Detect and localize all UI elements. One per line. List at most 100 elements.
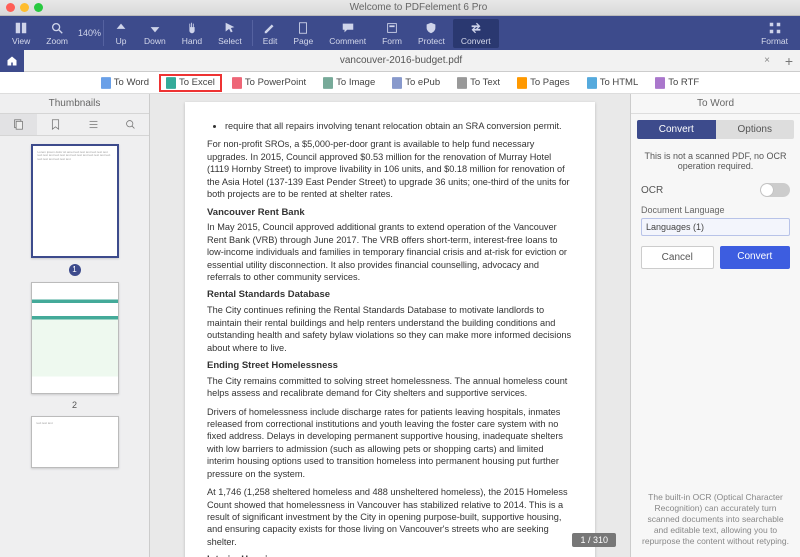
main-toolbar: View Zoom 140% Up Down Hand Select Edit …: [0, 16, 800, 50]
down-button[interactable]: Down: [136, 19, 174, 48]
doc-icon: [655, 77, 665, 89]
doc-icon: [166, 77, 176, 89]
format-button[interactable]: Format: [753, 19, 796, 48]
sidebar-footer-note: The built-in OCR (Optical Character Reco…: [631, 484, 800, 557]
to-epub-button[interactable]: To ePub: [385, 74, 447, 92]
maximize-window-button[interactable]: [34, 3, 43, 12]
to-word-button[interactable]: To Word: [94, 74, 156, 92]
arrow-down-icon: [148, 21, 162, 35]
thumbnails-list[interactable]: Lorem ipsum dolor sit amet text text tex…: [0, 136, 149, 557]
thumbnails-tab-bookmarks[interactable]: [37, 114, 74, 135]
traffic-lights: [6, 3, 43, 12]
comment-button[interactable]: Comment: [321, 19, 374, 48]
doc-heading: Ending Street Homelessness: [207, 360, 573, 373]
sidebar-tabs: Convert Options: [637, 120, 794, 139]
thumbnails-tab-search[interactable]: [112, 114, 149, 135]
doc-paragraph: The City remains committed to solving st…: [207, 375, 573, 400]
convert-format-bar: To Word To Excel To PowerPoint To Image …: [0, 72, 800, 94]
doc-icon: [392, 77, 402, 89]
convert-icon: [469, 21, 483, 35]
to-pages-button[interactable]: To Pages: [510, 74, 577, 92]
home-button[interactable]: [0, 50, 24, 72]
shield-icon: [424, 21, 438, 35]
doc-icon: [101, 77, 111, 89]
ocr-toggle[interactable]: [760, 183, 790, 197]
arrow-up-icon: [114, 21, 128, 35]
language-select[interactable]: Languages (1): [641, 218, 790, 236]
select-button[interactable]: Select: [210, 19, 250, 48]
doc-icon: [587, 77, 597, 89]
thumbnail-page-2-number: 2: [72, 400, 77, 410]
up-button[interactable]: Up: [106, 19, 136, 48]
to-text-button[interactable]: To Text: [450, 74, 507, 92]
window-title: Welcome to PDFelement 6 Pro: [43, 2, 794, 13]
doc-bullet: require that all repairs involving tenan…: [225, 120, 573, 132]
view-icon: [14, 21, 28, 35]
edit-button[interactable]: Edit: [255, 19, 286, 48]
sidebar-body: This is not a scanned PDF, no OCR operat…: [631, 145, 800, 484]
sidebar-title: To Word: [631, 94, 800, 114]
close-tab-button[interactable]: ×: [764, 55, 770, 66]
zoom-value[interactable]: 140%: [78, 28, 101, 38]
minimize-window-button[interactable]: [20, 3, 29, 12]
thumbnails-panel: Thumbnails Lorem ipsum dolor sit amet te…: [0, 94, 150, 557]
list-icon: [88, 119, 99, 130]
document-tab[interactable]: vancouver-2016-budget.pdf ×: [24, 55, 778, 66]
thumbnail-page-1[interactable]: Lorem ipsum dolor sit amet text text tex…: [31, 144, 119, 258]
thumbnail-page-1-number: 1: [69, 264, 81, 276]
page-button[interactable]: Page: [285, 19, 321, 48]
comment-icon: [341, 21, 355, 35]
thumbnails-title: Thumbnails: [0, 94, 149, 114]
format-icon: [768, 21, 782, 35]
doc-paragraph: At 1,746 (1,258 sheltered homeless and 4…: [207, 486, 573, 548]
doc-icon: [323, 77, 333, 89]
main-area: Thumbnails Lorem ipsum dolor sit amet te…: [0, 94, 800, 557]
close-window-button[interactable]: [6, 3, 15, 12]
to-rtf-button[interactable]: To RTF: [648, 74, 706, 92]
zoom-button[interactable]: Zoom: [38, 19, 76, 48]
form-button[interactable]: Form: [374, 19, 410, 48]
doc-paragraph: For non-profit SROs, a $5,000-per-door g…: [207, 138, 573, 200]
to-html-button[interactable]: To HTML: [580, 74, 646, 92]
cancel-button[interactable]: Cancel: [641, 246, 714, 269]
thumbnails-tabs: [0, 114, 149, 136]
thumbnail-page-2[interactable]: [31, 282, 119, 394]
page-counter: 1 / 310: [572, 533, 616, 547]
convert-action-button[interactable]: Convert: [720, 246, 791, 269]
doc-icon: [517, 77, 527, 89]
to-image-button[interactable]: To Image: [316, 74, 382, 92]
doc-icon: [457, 77, 467, 89]
doc-heading: Rental Standards Database: [207, 289, 573, 302]
thumbnails-tab-outline[interactable]: [75, 114, 112, 135]
bookmark-icon: [50, 119, 61, 130]
document-page: require that all repairs involving tenan…: [185, 102, 595, 557]
to-excel-button[interactable]: To Excel: [159, 74, 222, 92]
thumbnails-tab-pages[interactable]: [0, 114, 37, 135]
to-powerpoint-button[interactable]: To PowerPoint: [225, 74, 313, 92]
cursor-icon: [223, 21, 237, 35]
window-titlebar: Welcome to PDFelement 6 Pro: [0, 0, 800, 16]
ocr-status-message: This is not a scanned PDF, no OCR operat…: [641, 151, 790, 171]
convert-button[interactable]: Convert: [453, 19, 499, 48]
hand-icon: [185, 21, 199, 35]
doc-icon: [232, 77, 242, 89]
doc-paragraph: The City continues refining the Rental S…: [207, 304, 573, 354]
sidebar-tab-convert[interactable]: Convert: [637, 120, 716, 139]
document-viewer[interactable]: require that all repairs involving tenan…: [150, 94, 630, 557]
doc-paragraph: Drivers of homelessness include discharg…: [207, 406, 573, 481]
doc-paragraph: In May 2015, Council approved additional…: [207, 221, 573, 283]
doc-heading: Vancouver Rent Bank: [207, 207, 573, 220]
home-icon: [6, 55, 18, 67]
convert-sidebar: To Word Convert Options This is not a sc…: [630, 94, 800, 557]
sidebar-tab-options[interactable]: Options: [716, 120, 795, 139]
page-icon: [296, 21, 310, 35]
pencil-icon: [263, 21, 277, 35]
ocr-label: OCR: [641, 185, 663, 196]
zoom-icon: [50, 21, 64, 35]
hand-button[interactable]: Hand: [174, 19, 210, 48]
new-tab-button[interactable]: +: [778, 53, 800, 69]
protect-button[interactable]: Protect: [410, 19, 453, 48]
search-icon: [125, 119, 136, 130]
view-button[interactable]: View: [4, 19, 38, 48]
thumbnail-page-3[interactable]: text text text: [31, 416, 119, 468]
